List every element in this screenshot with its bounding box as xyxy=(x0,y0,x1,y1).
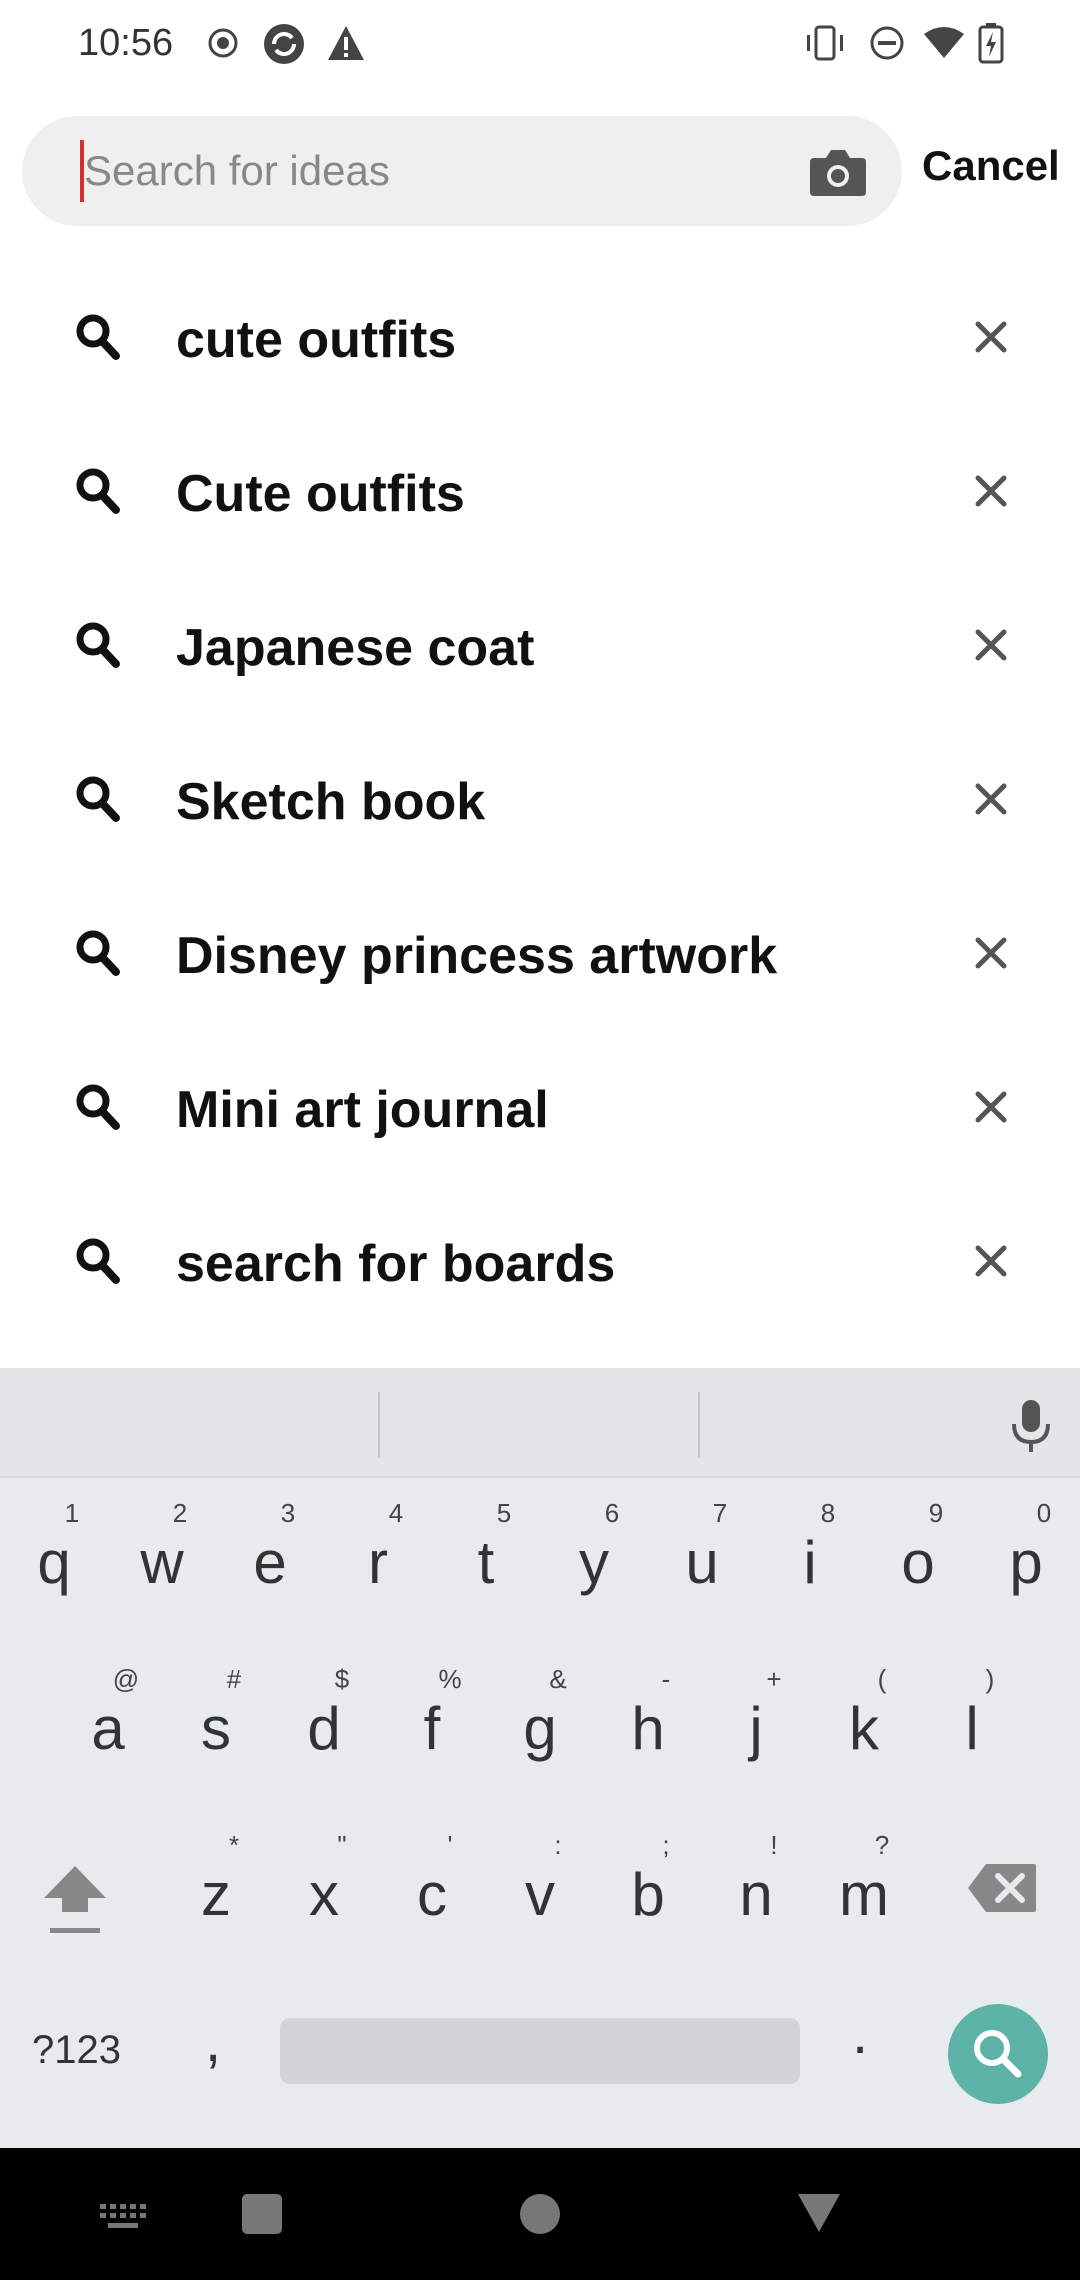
search-input[interactable] xyxy=(80,116,800,226)
key-d[interactable]: $ d xyxy=(274,1654,374,1794)
key-e[interactable]: 3 e xyxy=(220,1488,320,1628)
history-item-label: cute outfits xyxy=(176,311,457,369)
record-icon xyxy=(208,28,238,58)
camera-icon[interactable] xyxy=(808,144,868,200)
remove-icon[interactable] xyxy=(966,620,1016,670)
remove-icon[interactable] xyxy=(966,928,1016,978)
remove-icon[interactable] xyxy=(966,774,1016,824)
history-item-label: Mini art journal xyxy=(176,1081,549,1139)
search-action-button[interactable] xyxy=(948,2004,1048,2104)
history-item-label: Japanese coat xyxy=(176,619,535,677)
search-icon xyxy=(76,468,120,514)
recents-icon[interactable] xyxy=(240,2192,284,2236)
search-icon xyxy=(76,314,120,360)
search-box[interactable] xyxy=(22,116,902,226)
history-item-label: Disney princess artwork xyxy=(176,927,778,985)
dnd-icon xyxy=(870,26,904,60)
history-item-label: search for boards xyxy=(176,1235,616,1293)
status-time: 10:56 xyxy=(78,22,174,64)
key-j[interactable]: + j xyxy=(706,1654,806,1794)
search-icon xyxy=(76,1238,120,1284)
key-g[interactable]: & g xyxy=(490,1654,590,1794)
wifi-icon xyxy=(924,27,964,58)
vibrate-icon xyxy=(807,25,843,61)
history-item-label: Sketch book xyxy=(176,773,486,831)
key-x[interactable]: " x xyxy=(274,1820,374,1960)
key-q[interactable]: 1 q xyxy=(4,1488,104,1628)
remove-icon[interactable] xyxy=(966,1082,1016,1132)
key-w[interactable]: 2 w xyxy=(112,1488,212,1628)
search-icon xyxy=(76,622,120,668)
search-icon xyxy=(76,1084,120,1130)
symbols-key[interactable]: ?123 xyxy=(32,2028,121,2073)
key-b[interactable]: ; b xyxy=(598,1820,698,1960)
key-h[interactable]: - h xyxy=(598,1654,698,1794)
period-key[interactable]: . xyxy=(852,2000,868,2067)
key-k[interactable]: ( k xyxy=(814,1654,914,1794)
remove-icon[interactable] xyxy=(966,1236,1016,1286)
home-icon[interactable] xyxy=(518,2192,562,2236)
key-n[interactable]: ! n xyxy=(706,1820,806,1960)
remove-icon[interactable] xyxy=(966,466,1016,516)
recent-searches-list: cute outfits Cute outfits Japanese coat … xyxy=(0,260,1080,1338)
key-p[interactable]: 0 p xyxy=(976,1488,1076,1628)
cancel-button[interactable]: Cancel xyxy=(922,142,1060,190)
search-icon xyxy=(974,2030,1022,2078)
history-item[interactable]: Japanese coat xyxy=(0,568,1080,722)
sync-icon xyxy=(264,24,304,64)
search-icon xyxy=(76,776,120,822)
history-item[interactable]: Sketch book xyxy=(0,722,1080,876)
spacebar[interactable] xyxy=(280,2018,800,2084)
status-bar: 10:56 xyxy=(0,0,1080,88)
battery-charging-icon xyxy=(978,23,1004,64)
keyboard-switch-icon[interactable] xyxy=(98,2202,148,2232)
shift-key-icon[interactable] xyxy=(40,1858,110,1938)
key-z[interactable]: * z xyxy=(166,1820,266,1960)
key-f[interactable]: % f xyxy=(382,1654,482,1794)
key-v[interactable]: : v xyxy=(490,1820,590,1960)
remove-icon[interactable] xyxy=(966,312,1016,362)
key-s[interactable]: # s xyxy=(166,1654,266,1794)
key-o[interactable]: 9 o xyxy=(868,1488,968,1628)
navigation-bar xyxy=(0,2148,1080,2280)
back-icon[interactable] xyxy=(796,2192,842,2234)
keyboard: 1 q 2 w 3 e 4 r 5 t 6 y 7 u 8 i 9 o 0 p … xyxy=(0,1368,1080,2148)
key-y[interactable]: 6 y xyxy=(544,1488,644,1628)
microphone-icon[interactable] xyxy=(1004,1396,1058,1456)
backspace-icon[interactable] xyxy=(966,1862,1038,1914)
suggestion-bar xyxy=(0,1368,1080,1478)
key-c[interactable]: ' c xyxy=(382,1820,482,1960)
history-item[interactable]: Mini art journal xyxy=(0,1030,1080,1184)
key-u[interactable]: 7 u xyxy=(652,1488,752,1628)
suggestion-divider xyxy=(698,1392,700,1458)
search-icon xyxy=(76,930,120,976)
history-item[interactable]: Cute outfits xyxy=(0,414,1080,568)
key-i[interactable]: 8 i xyxy=(760,1488,860,1628)
history-item-label: Cute outfits xyxy=(176,465,465,523)
history-item[interactable]: cute outfits xyxy=(0,260,1080,414)
key-m[interactable]: ? m xyxy=(814,1820,914,1960)
comma-key[interactable]: , xyxy=(205,2008,221,2075)
history-item[interactable]: search for boards xyxy=(0,1184,1080,1338)
warning-icon xyxy=(328,26,364,60)
key-r[interactable]: 4 r xyxy=(328,1488,428,1628)
key-l[interactable]: ) l xyxy=(922,1654,1022,1794)
history-item[interactable]: Disney princess artwork xyxy=(0,876,1080,1030)
key-t[interactable]: 5 t xyxy=(436,1488,536,1628)
suggestion-divider xyxy=(378,1392,380,1458)
key-a[interactable]: @ a xyxy=(58,1654,158,1794)
